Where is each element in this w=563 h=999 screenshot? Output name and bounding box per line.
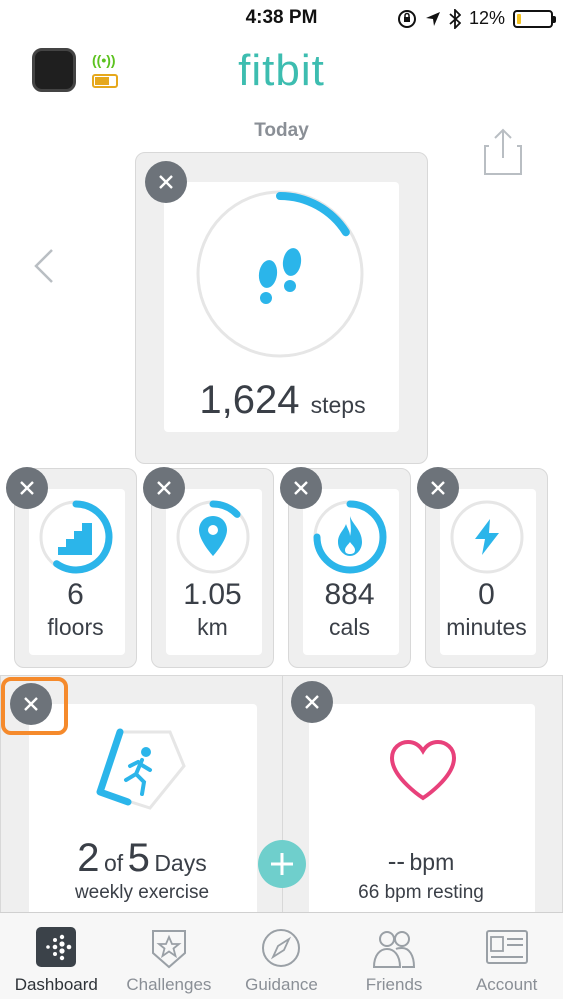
rotation-lock-icon [397,9,416,28]
calories-value: 884 [324,578,375,611]
floors-unit: floors [47,614,104,640]
status-indicators: 12% [397,8,556,29]
minutes-value: 0 [478,578,495,611]
heart-rate-subtitle: 66 bpm resting [358,882,484,903]
exercise-value-row: 2 of 5 Days [28,836,256,881]
lightning-icon [475,519,499,555]
steps-unit: steps [310,392,366,418]
steps-value-row: 1,624 steps [165,378,400,423]
footsteps-icon [258,248,302,304]
heart-icon [389,739,457,801]
heart-value-row: -- bpm [308,846,534,877]
close-icon [157,481,171,495]
tab-friends[interactable]: Friends [338,913,451,999]
distance-unit: km [197,614,228,640]
selection-highlight [1,677,68,735]
exercise-count: 2 [77,836,100,880]
share-icon[interactable] [483,128,523,176]
heart-rate-unit: bpm [409,849,455,875]
exercise-goal: 5 [127,836,150,880]
account-card-icon [485,930,528,964]
tab-label: Friends [365,975,423,994]
plus-icon [271,853,293,875]
friends-icon [373,931,416,968]
app-logo: fitbit [238,46,325,95]
steps-value: 1,624 [199,378,300,422]
close-icon [305,695,319,709]
minutes-unit: minutes [446,614,527,640]
battery-icon [513,9,556,28]
location-pin-icon [199,516,227,556]
flame-icon [338,516,362,556]
running-person-icon [96,728,186,810]
heart-rate-value: -- [387,846,406,876]
close-minutes-tile-button[interactable] [417,467,459,509]
add-tile-button[interactable] [258,840,306,888]
star-badge-icon [151,930,186,969]
exercise-subtitle: weekly exercise [74,882,210,903]
tab-label: Account [475,975,538,994]
close-icon [294,481,308,495]
distance-value: 1.05 [183,578,242,611]
tab-guidance[interactable]: Guidance [225,913,338,999]
tab-label: Guidance [245,975,318,994]
calories-unit: cals [329,614,370,640]
status-bar: 4:38 PM 12% [0,0,563,38]
close-icon [431,481,445,495]
close-distance-tile-button[interactable] [143,467,185,509]
bottom-tab-bar: Dashboard Challenges Guidance Friends Ac… [0,912,563,999]
location-arrow-icon [425,11,440,26]
bluetooth-icon [449,8,461,29]
close-floors-tile-button[interactable] [6,467,48,509]
floors-value: 6 [67,578,84,611]
stairs-icon [58,523,92,555]
close-calories-tile-button[interactable] [280,467,322,509]
close-icon [20,481,34,495]
previous-day-arrow-icon[interactable] [30,246,58,286]
dashboard-icon [36,927,77,967]
battery-percent: 12% [468,8,505,28]
exercise-of: of [103,850,124,876]
tab-account[interactable]: Account [450,913,563,999]
tab-challenges[interactable]: Challenges [113,913,226,999]
close-steps-tile-button[interactable] [145,161,187,203]
tab-label: Challenges [126,975,212,994]
close-icon [159,175,173,189]
day-label: Today [254,120,309,141]
exercise-unit: Days [154,850,207,876]
close-heart-rate-tile-button[interactable] [291,681,333,723]
tab-label: Dashboard [14,975,98,994]
compass-icon [262,929,301,967]
tab-dashboard[interactable]: Dashboard [0,913,113,999]
